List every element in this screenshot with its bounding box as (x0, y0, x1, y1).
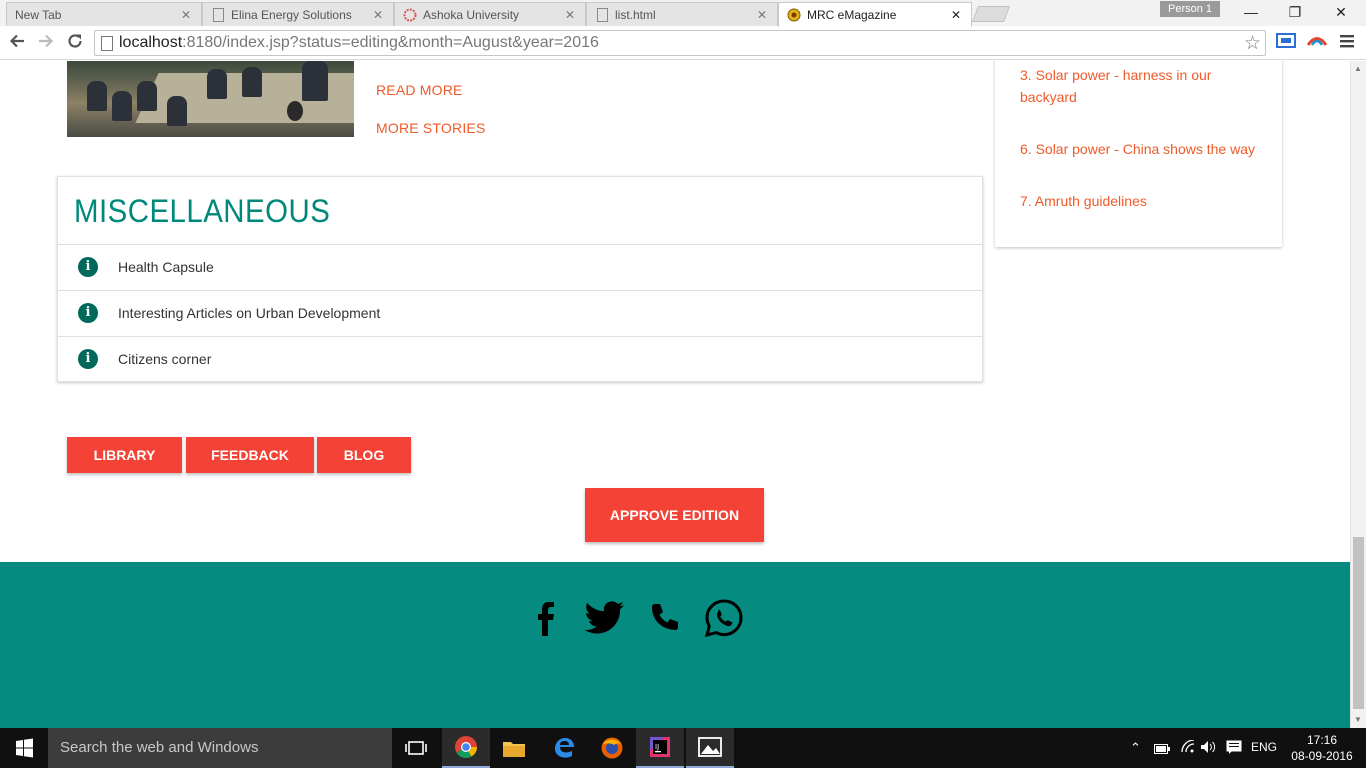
intellij-icon[interactable]: IJ (636, 728, 684, 768)
battery-icon[interactable] (1154, 742, 1170, 757)
mrc-logo-icon (787, 8, 801, 22)
chrome-icon[interactable] (442, 728, 490, 768)
whatsapp-icon[interactable] (702, 598, 746, 638)
footer (0, 562, 1350, 728)
info-icon: i (78, 349, 98, 369)
info-icon: i (78, 303, 98, 323)
side-article-link[interactable]: 3. Solar power - harness in our backyard (1020, 64, 1260, 108)
list-item-label[interactable]: Health Capsule (118, 259, 214, 275)
list-item-label[interactable]: Citizens corner (118, 351, 211, 367)
windows-start-icon[interactable] (0, 728, 48, 768)
forward-icon[interactable] (35, 32, 57, 54)
vertical-scrollbar[interactable]: ▲ ▼ (1350, 61, 1366, 728)
phone-icon[interactable] (643, 598, 687, 638)
browser-tab-strip: New Tab ✕ Elina Energy Solutions ✕ Ashok… (0, 0, 1366, 27)
story-thumbnail-image[interactable] (67, 61, 354, 137)
bookmark-star-icon[interactable]: ☆ (1244, 32, 1261, 55)
feedback-button[interactable]: FEEDBACK (186, 437, 314, 473)
language-indicator[interactable]: ENG (1251, 740, 1277, 754)
tab-label: New Tab (15, 7, 62, 22)
profile-badge[interactable]: Person 1 (1160, 1, 1220, 17)
svg-text:IJ: IJ (655, 743, 659, 751)
edge-icon[interactable] (540, 728, 588, 768)
tab-ashoka-university[interactable]: Ashoka University ✕ (394, 2, 586, 26)
list-item[interactable]: i Interesting Articles on Urban Developm… (58, 290, 982, 336)
close-window-icon[interactable]: ✕ (1318, 2, 1364, 22)
scroll-down-icon[interactable]: ▼ (1354, 715, 1362, 724)
tab-label: Ashoka University (423, 7, 520, 22)
taskbar: Search the web and Windows IJ ⌃ ENG 17:1… (0, 728, 1366, 768)
tab-list-html[interactable]: list.html ✕ (586, 2, 778, 26)
scroll-up-icon[interactable]: ▲ (1354, 64, 1362, 73)
file-explorer-icon[interactable] (490, 728, 538, 768)
miscellaneous-card: MISCELLANEOUS i Health Capsule i Interes… (57, 176, 983, 382)
read-more-link[interactable]: READ MORE (376, 82, 463, 98)
new-tab-button[interactable] (972, 6, 1010, 22)
url-text[interactable]: localhost:8180/index.jsp?status=editing&… (119, 34, 599, 52)
ashoka-logo-icon (403, 8, 417, 22)
menu-icon[interactable] (1340, 34, 1354, 53)
section-title: MISCELLANEOUS (74, 193, 331, 229)
page-info-icon[interactable] (101, 36, 113, 51)
page-content: READ MORE MORE STORIES 3. Solar power - … (0, 61, 1350, 728)
tab-elina-energy[interactable]: Elina Energy Solutions ✕ (202, 2, 394, 26)
action-center-icon[interactable] (1226, 740, 1242, 757)
clock-date: 08-09-2016 (1291, 749, 1353, 763)
address-bar[interactable]: localhost:8180/index.jsp?status=editing&… (94, 30, 1266, 56)
tab-label: Elina Energy Solutions (231, 7, 352, 22)
minimize-icon[interactable]: — (1228, 2, 1274, 22)
tab-mrc-emagazine[interactable]: MRC eMagazine ✕ (778, 2, 972, 27)
list-item[interactable]: i Health Capsule (58, 244, 982, 290)
show-hidden-icons[interactable]: ⌃ (1130, 740, 1141, 756)
cast-icon[interactable] (1276, 32, 1296, 55)
back-icon[interactable] (6, 32, 28, 54)
blog-button[interactable]: BLOG (317, 437, 411, 473)
tab-label: list.html (615, 7, 656, 22)
photos-icon[interactable] (686, 728, 734, 768)
more-stories-link[interactable]: MORE STORIES (376, 120, 486, 136)
firefox-icon[interactable] (588, 728, 636, 768)
clock-time: 17:16 (1306, 733, 1338, 747)
tab-close-icon[interactable]: ✕ (757, 8, 767, 22)
tab-label: MRC eMagazine (807, 8, 897, 22)
taskbar-search-input[interactable]: Search the web and Windows (48, 728, 392, 768)
library-button[interactable]: LIBRARY (67, 437, 182, 473)
twitter-icon[interactable] (582, 598, 626, 638)
tab-close-icon[interactable]: ✕ (373, 8, 383, 22)
task-view-icon[interactable] (392, 728, 440, 768)
scroll-thumb[interactable] (1353, 537, 1364, 709)
tab-close-icon[interactable]: ✕ (565, 8, 575, 22)
side-articles-card: 3. Solar power - harness in our backyard… (995, 61, 1282, 247)
browser-toolbar: localhost:8180/index.jsp?status=editing&… (0, 26, 1366, 60)
side-article-link[interactable]: 6. Solar power - China shows the way (1020, 138, 1260, 160)
reload-icon[interactable] (64, 32, 86, 54)
page-icon (211, 7, 225, 22)
info-icon: i (78, 257, 98, 277)
volume-icon[interactable] (1200, 740, 1218, 757)
side-article-link[interactable]: 7. Amruth guidelines (1020, 190, 1260, 212)
approve-edition-button[interactable]: APPROVE EDITION (585, 488, 764, 542)
page-icon (595, 7, 609, 22)
list-item-label[interactable]: Interesting Articles on Urban Developmen… (118, 305, 380, 321)
tab-new-tab[interactable]: New Tab ✕ (6, 2, 202, 26)
restore-icon[interactable]: ❐ (1272, 2, 1318, 22)
facebook-icon[interactable] (524, 598, 568, 638)
tab-close-icon[interactable]: ✕ (181, 8, 191, 22)
tab-close-icon[interactable]: ✕ (951, 8, 961, 22)
list-item[interactable]: i Citizens corner (58, 336, 982, 382)
wifi-icon[interactable] (1180, 739, 1196, 757)
clock[interactable]: 17:16 08-09-2016 (1290, 732, 1354, 764)
extension-icon[interactable] (1306, 32, 1328, 53)
